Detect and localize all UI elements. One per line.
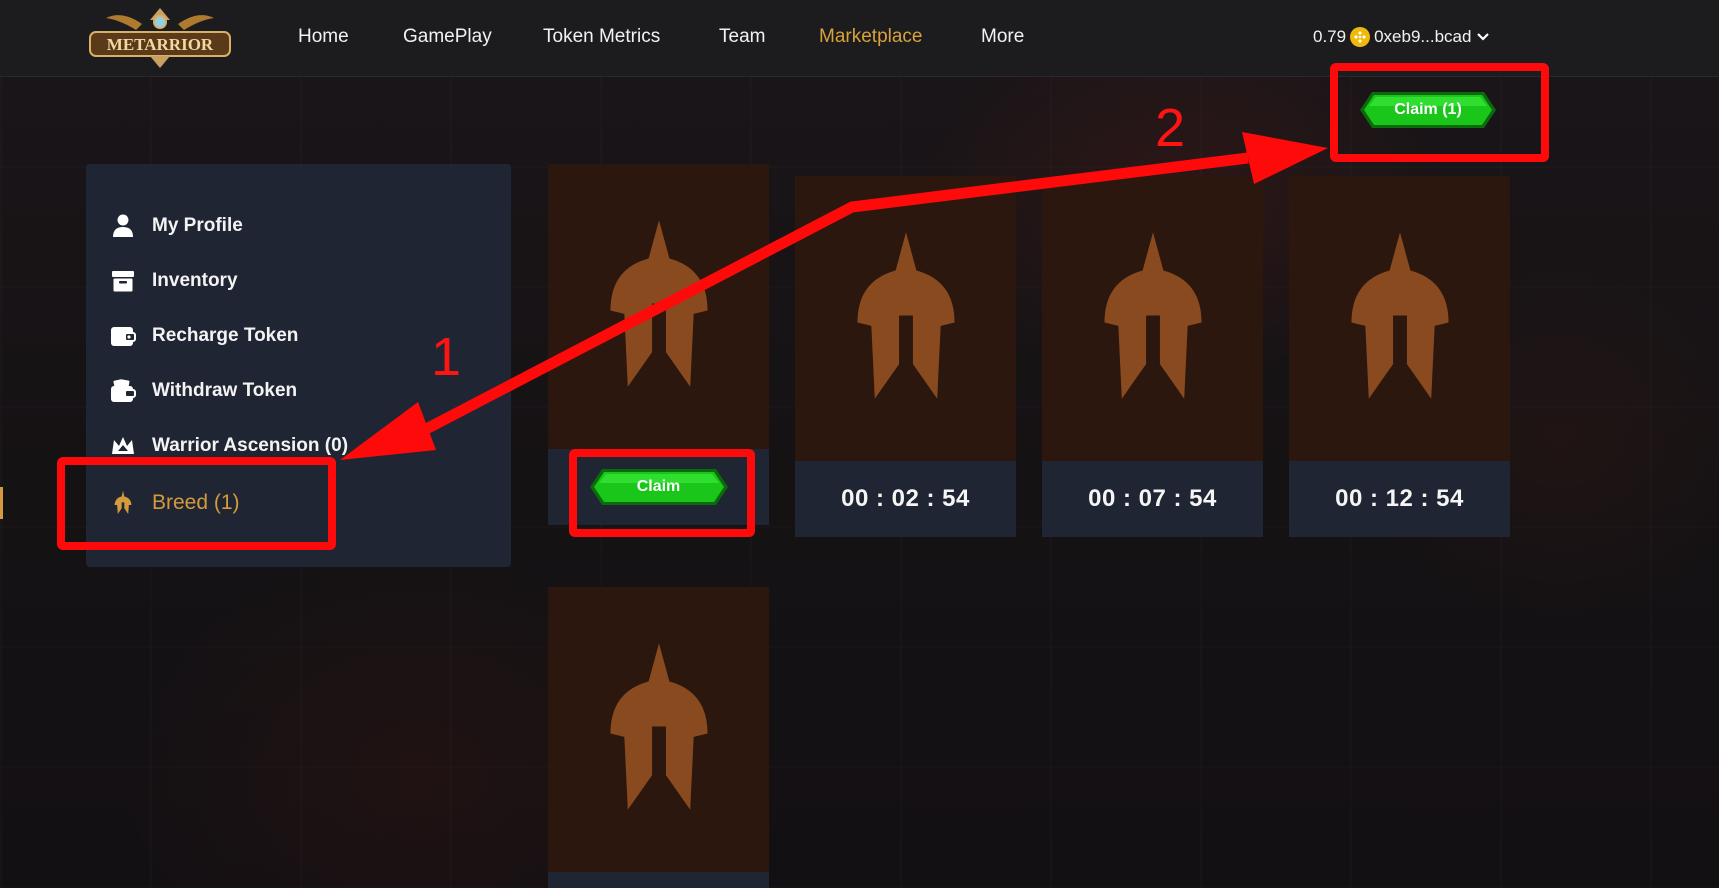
annotation-step-2: 2 bbox=[1155, 98, 1186, 158]
arrow-head-2 bbox=[1242, 132, 1328, 184]
annotation-arrows bbox=[340, 132, 1328, 460]
arrow-head-1 bbox=[340, 402, 436, 460]
annotation-step-1: 1 bbox=[431, 327, 462, 387]
